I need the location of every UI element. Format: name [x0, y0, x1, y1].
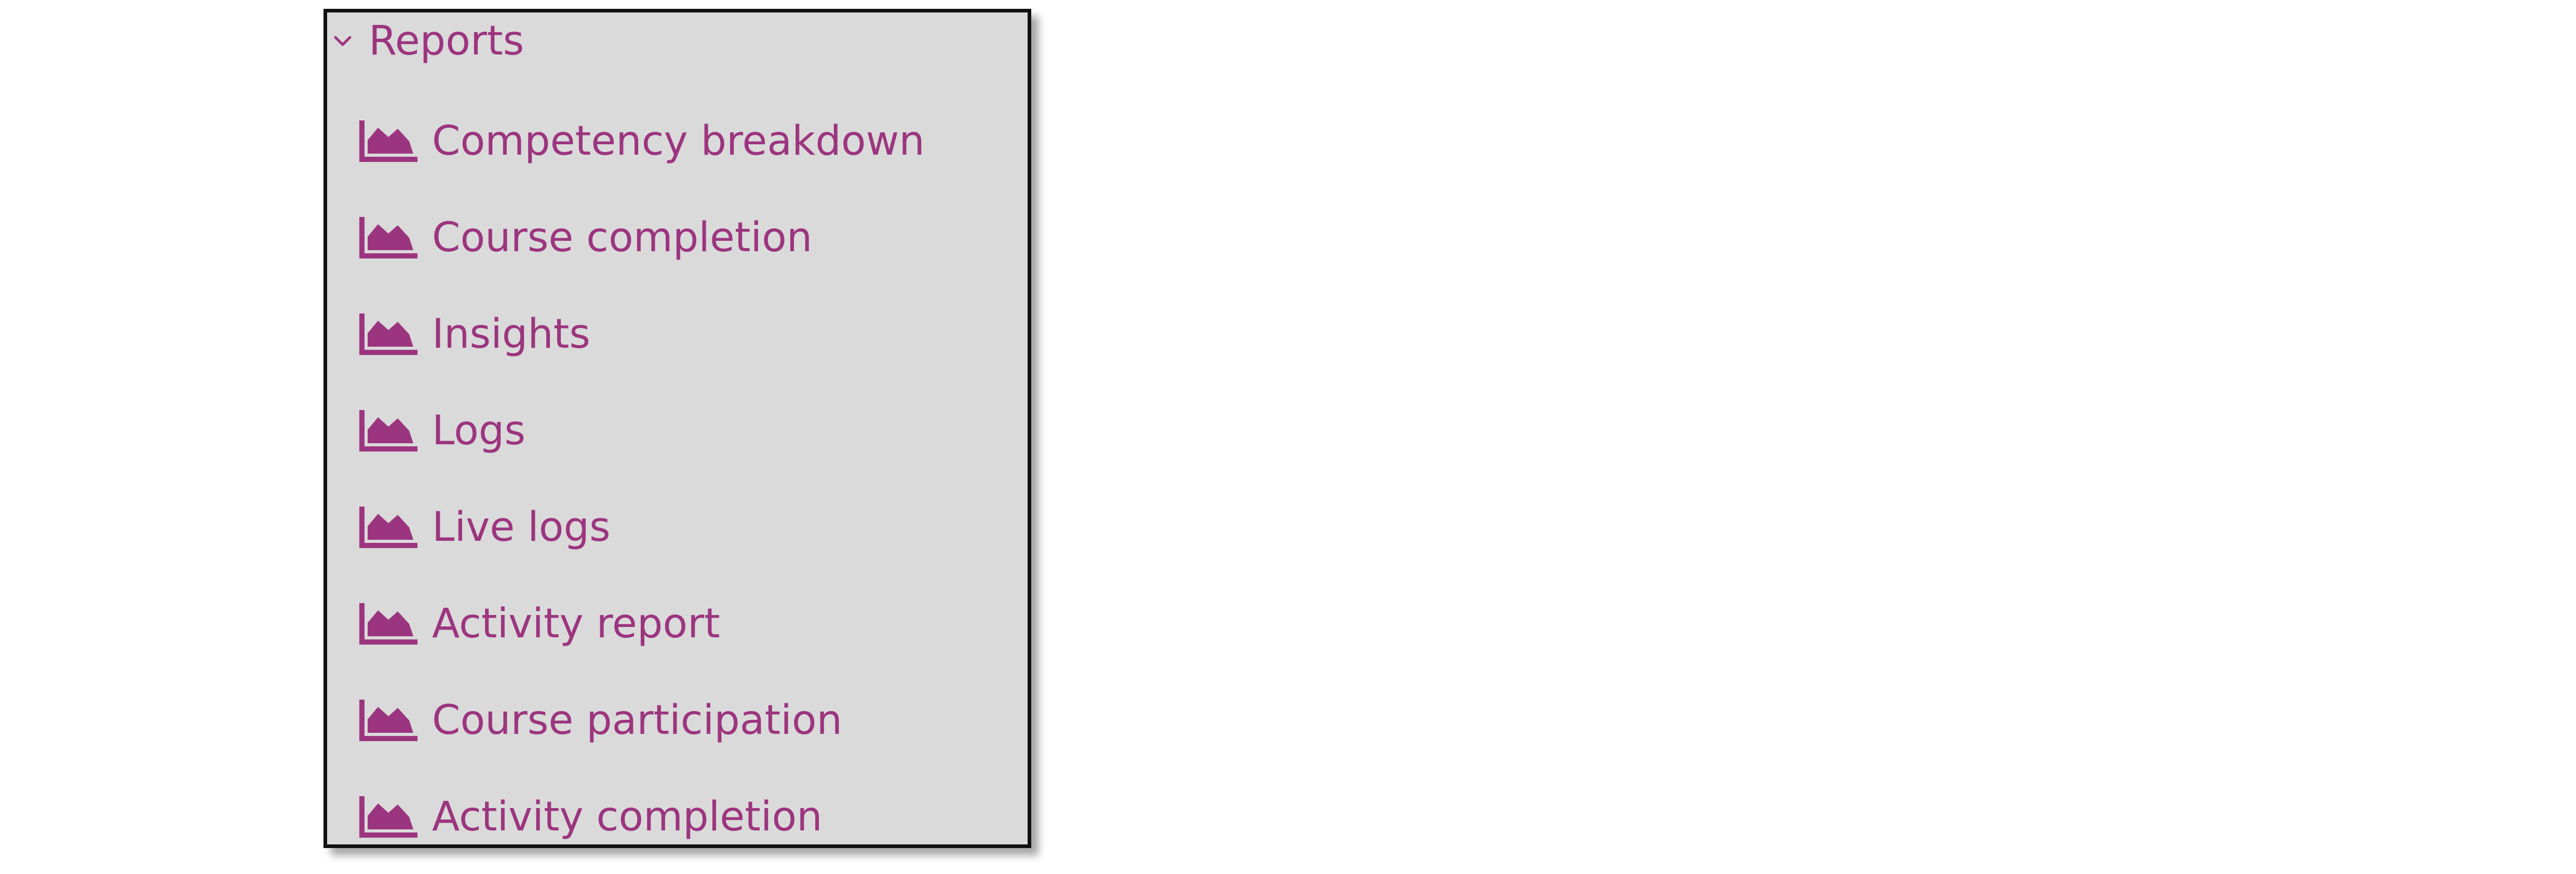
report-link-label: Insights — [432, 311, 590, 358]
report-link-logs[interactable]: Logs — [359, 383, 925, 479]
report-link-activity-report[interactable]: Activity report — [359, 576, 925, 672]
report-link-activity-completion[interactable]: Activity completion — [359, 769, 925, 865]
report-link-label: Logs — [432, 407, 525, 454]
report-link-label: Competency breakdown — [432, 118, 925, 165]
report-link-insights[interactable]: Insights — [359, 286, 925, 383]
reports-section-title: Reports — [369, 18, 524, 64]
report-link-label: Course participation — [432, 697, 843, 744]
reports-list: Competency breakdown Course completion I… — [359, 93, 925, 865]
area-chart-icon — [359, 410, 417, 452]
report-link-live-logs[interactable]: Live logs — [359, 479, 925, 576]
page-canvas: Reports Competency breakdown Course comp… — [0, 0, 2576, 874]
chevron-down-icon — [334, 36, 352, 46]
area-chart-icon — [359, 700, 417, 741]
report-link-label: Live logs — [432, 504, 611, 551]
area-chart-icon — [359, 120, 417, 162]
report-link-label: Activity report — [432, 600, 720, 647]
report-link-label: Course completion — [432, 214, 813, 261]
area-chart-icon — [359, 603, 417, 645]
report-link-label: Activity completion — [432, 794, 822, 840]
area-chart-icon — [359, 507, 417, 548]
report-link-competency-breakdown[interactable]: Competency breakdown — [359, 93, 925, 189]
report-link-course-participation[interactable]: Course participation — [359, 672, 925, 769]
reports-section-toggle[interactable]: Reports — [333, 12, 524, 70]
report-link-course-completion[interactable]: Course completion — [359, 189, 925, 286]
reports-panel: Reports Competency breakdown Course comp… — [323, 9, 1031, 848]
area-chart-icon — [359, 796, 417, 838]
area-chart-icon — [359, 217, 417, 258]
area-chart-icon — [359, 313, 417, 355]
